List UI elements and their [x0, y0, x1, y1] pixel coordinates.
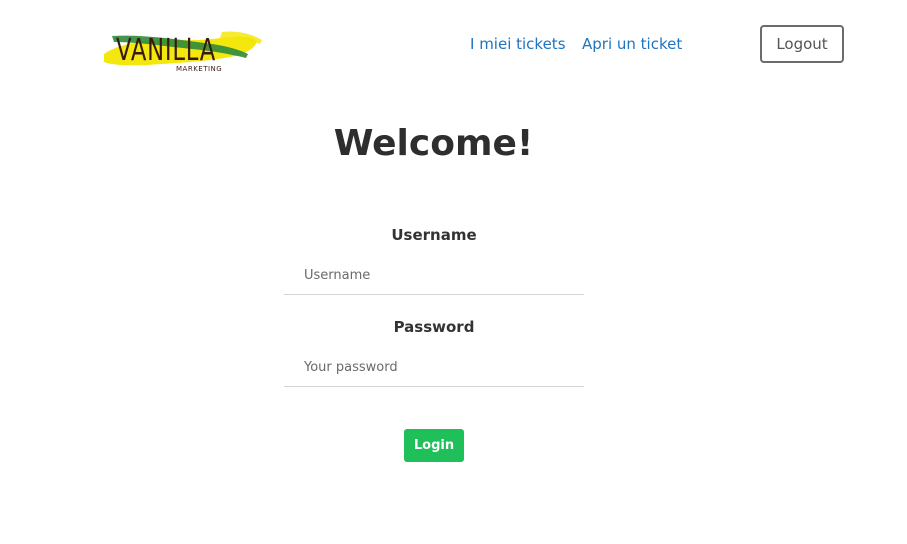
password-input[interactable] — [284, 349, 584, 387]
page-title: Welcome! — [333, 123, 534, 164]
logout-button[interactable]: Logout — [760, 25, 844, 63]
svg-text:VANILLA: VANILLA — [116, 33, 216, 68]
nav-link-open-ticket[interactable]: Apri un ticket — [582, 34, 682, 54]
password-label: Password — [393, 318, 475, 336]
page: VANILLA MARKETING I miei tickets Apri un… — [0, 0, 907, 544]
brand-logo[interactable]: VANILLA MARKETING — [102, 18, 270, 74]
username-label: Username — [391, 226, 477, 244]
vanilla-marketing-logo-icon: VANILLA MARKETING — [104, 31, 262, 73]
login-button[interactable]: Login — [404, 429, 464, 462]
nav-link-my-tickets[interactable]: I miei tickets — [470, 34, 566, 54]
username-input[interactable] — [284, 257, 584, 295]
svg-text:MARKETING: MARKETING — [176, 65, 222, 73]
